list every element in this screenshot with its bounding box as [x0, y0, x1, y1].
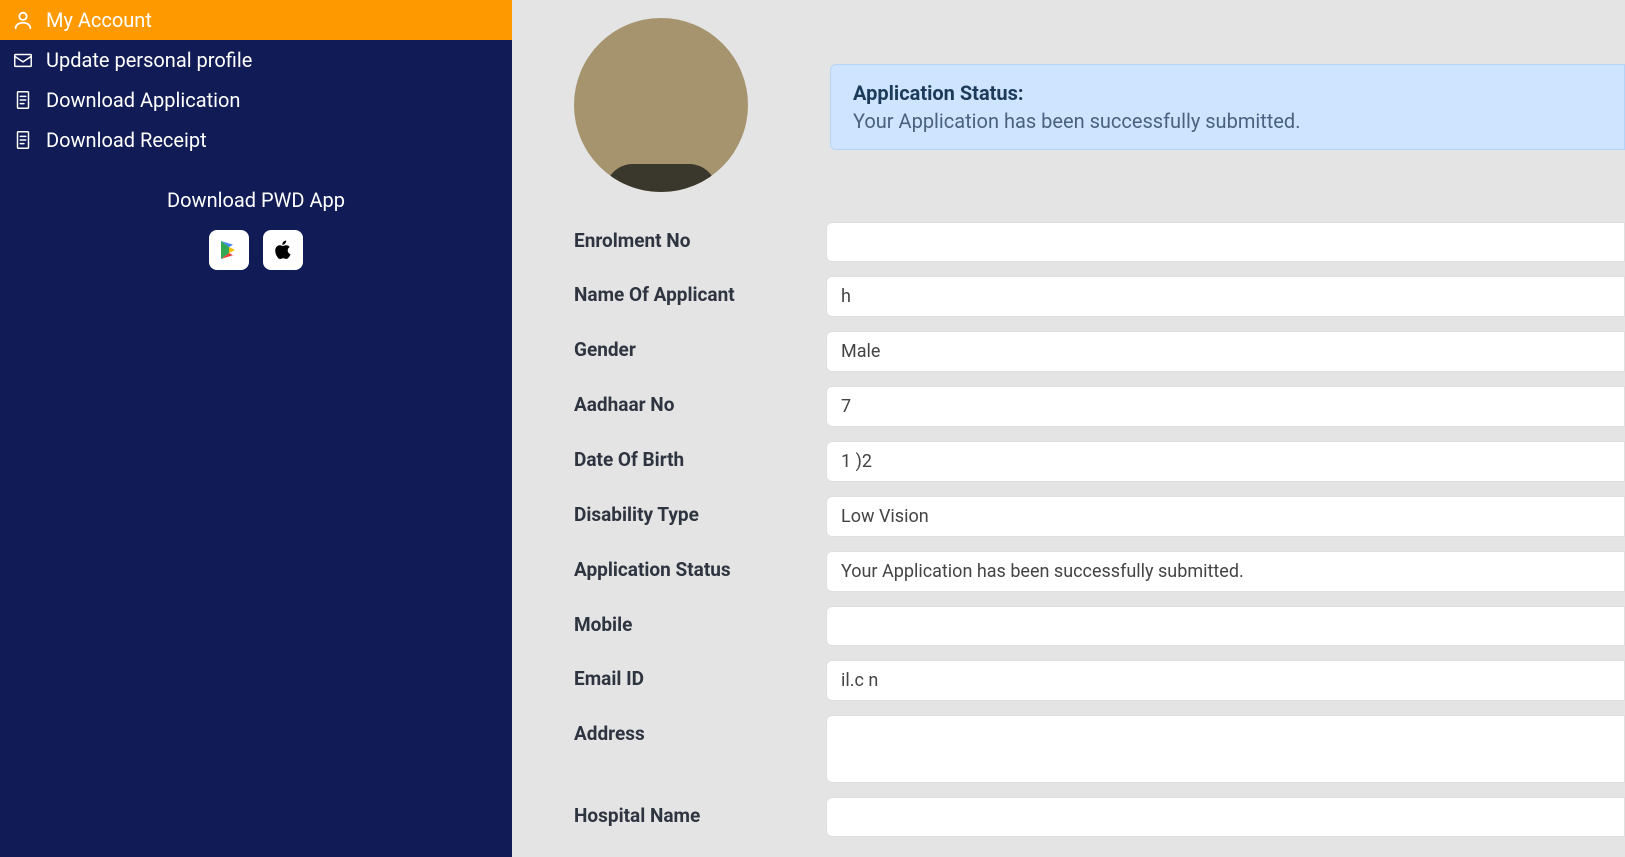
status-banner: Application Status: Your Application has… — [830, 64, 1625, 150]
google-play-icon — [217, 238, 241, 262]
value-mobile — [826, 606, 1625, 646]
label-mobile: Mobile — [574, 606, 806, 638]
row-enrolment-no: Enrolment No — [574, 222, 1625, 262]
details-form: Enrolment No Name Of Applicant h Gender … — [574, 222, 1625, 837]
google-play-badge[interactable] — [209, 230, 249, 270]
sidebar-item-my-account[interactable]: My Account — [0, 0, 512, 40]
sidebar-item-label: My Account — [46, 8, 152, 32]
row-address: Address — [574, 715, 1625, 783]
row-name: Name Of Applicant h — [574, 276, 1625, 317]
value-disability-type: Low Vision — [826, 496, 1625, 537]
sidebar-item-download-receipt[interactable]: Download Receipt — [0, 120, 512, 160]
document-icon — [12, 89, 34, 111]
sidebar-item-label: Download Receipt — [46, 128, 207, 152]
sidebar: My Account Update personal profile Downl… — [0, 0, 512, 857]
value-gender: Male — [826, 331, 1625, 372]
app-badges — [0, 230, 512, 270]
label-name: Name Of Applicant — [574, 276, 806, 308]
sidebar-item-label: Update personal profile — [46, 48, 252, 72]
label-hospital-name: Hospital Name — [574, 797, 806, 829]
user-icon — [12, 9, 34, 31]
label-application-status: Application Status — [574, 551, 806, 583]
value-application-status: Your Application has been successfully s… — [826, 551, 1625, 592]
label-dob: Date Of Birth — [574, 441, 806, 473]
value-dob: 1 )2 — [826, 441, 1625, 482]
status-banner-title: Application Status: — [853, 81, 1602, 105]
label-disability-type: Disability Type — [574, 496, 806, 528]
row-disability-type: Disability Type Low Vision — [574, 496, 1625, 537]
top-row: Application Status: Your Application has… — [574, 10, 1625, 192]
status-banner-body: Your Application has been successfully s… — [853, 109, 1602, 133]
row-mobile: Mobile — [574, 606, 1625, 646]
document-icon — [12, 129, 34, 151]
avatar — [574, 18, 748, 192]
value-enrolment-no — [826, 222, 1625, 262]
apple-store-badge[interactable] — [263, 230, 303, 270]
value-email: il.c n — [826, 660, 1625, 701]
value-aadhaar: 7 — [826, 386, 1625, 427]
sidebar-item-label: Download Application — [46, 88, 240, 112]
label-address: Address — [574, 715, 806, 747]
row-application-status: Application Status Your Application has … — [574, 551, 1625, 592]
main-content: Application Status: Your Application has… — [512, 0, 1625, 857]
download-app-title: Download PWD App — [0, 188, 512, 212]
row-dob: Date Of Birth 1 )2 — [574, 441, 1625, 482]
row-email: Email ID il.c n — [574, 660, 1625, 701]
sidebar-item-download-application[interactable]: Download Application — [0, 80, 512, 120]
row-gender: Gender Male — [574, 331, 1625, 372]
label-aadhaar: Aadhaar No — [574, 386, 806, 418]
row-hospital-name: Hospital Name — [574, 797, 1625, 837]
label-gender: Gender — [574, 331, 806, 363]
value-name: h — [826, 276, 1625, 317]
sidebar-item-update-profile[interactable]: Update personal profile — [0, 40, 512, 80]
label-enrolment-no: Enrolment No — [574, 222, 806, 254]
value-hospital-name — [826, 797, 1625, 837]
mail-icon — [12, 49, 34, 71]
value-address — [826, 715, 1625, 783]
row-aadhaar: Aadhaar No 7 — [574, 386, 1625, 427]
download-app-section: Download PWD App — [0, 188, 512, 270]
apple-icon — [271, 238, 295, 262]
label-email: Email ID — [574, 660, 806, 692]
